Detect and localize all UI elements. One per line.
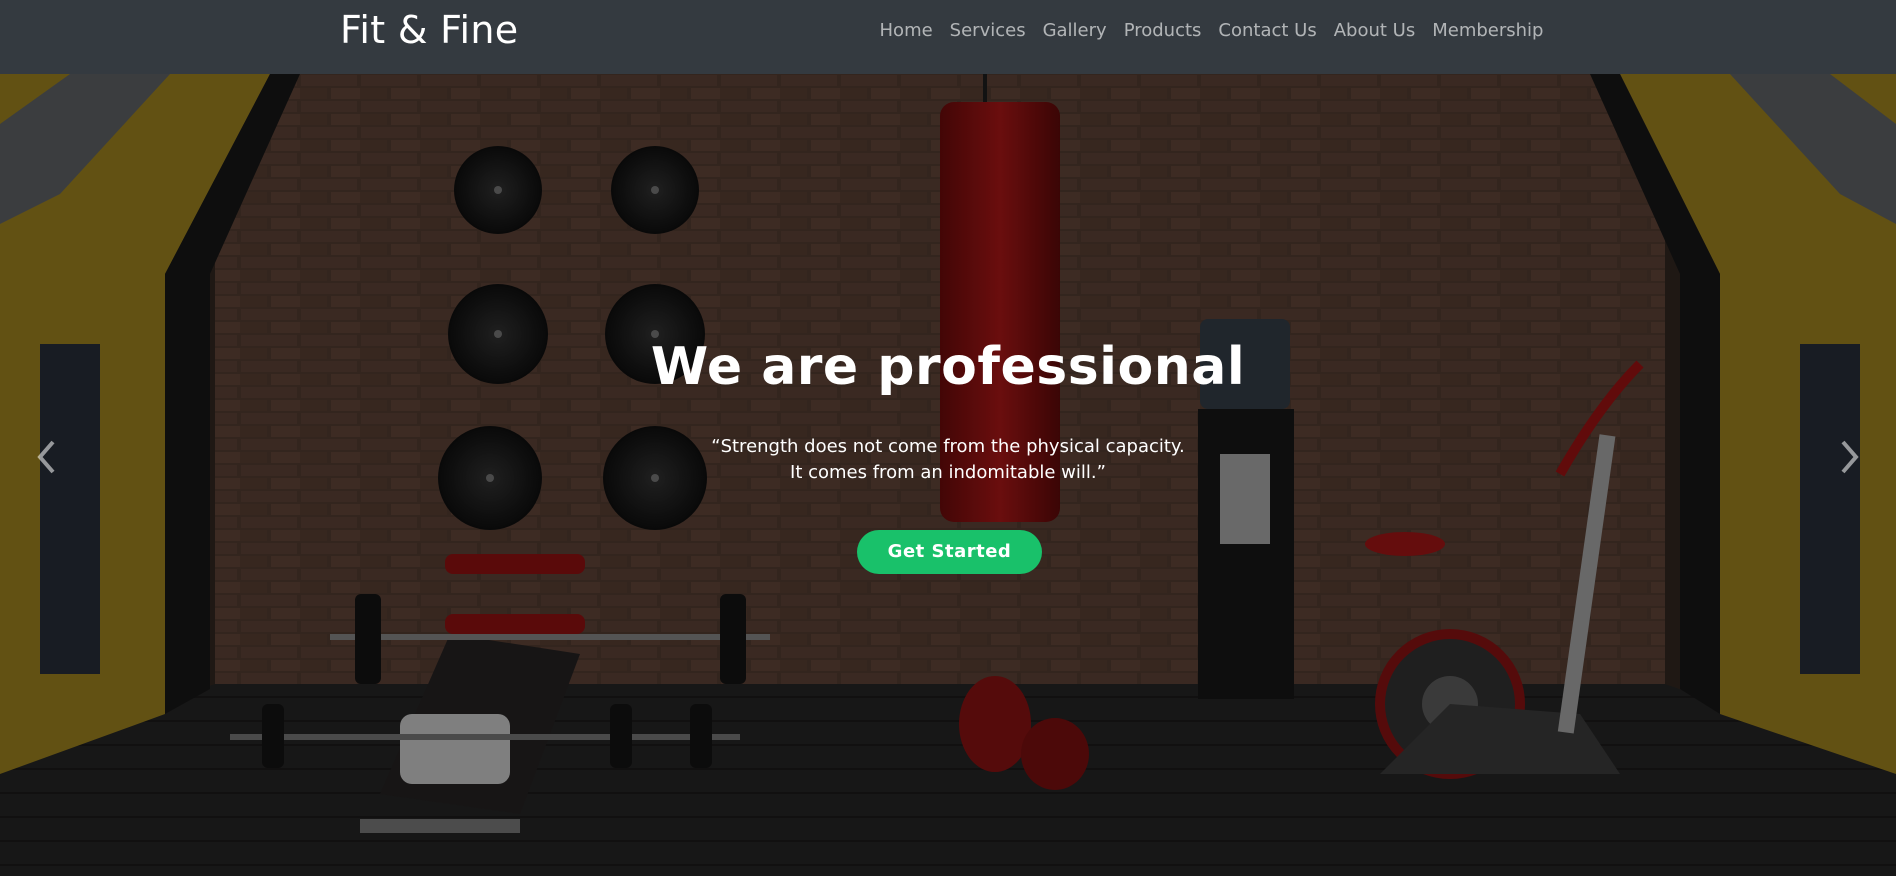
nav-link-gallery[interactable]: Gallery xyxy=(1034,20,1115,41)
hero-title: We are professional xyxy=(650,337,1246,397)
chevron-left-icon xyxy=(37,440,55,474)
chevron-right-icon xyxy=(1841,440,1859,474)
nav-link-membership[interactable]: Membership xyxy=(1424,20,1552,41)
navbar: Fit & Fine Home Services Gallery Product… xyxy=(0,0,1896,74)
hero-quote-line-1: “Strength does not come from the physica… xyxy=(711,436,1185,457)
nav-link-about-us[interactable]: About Us xyxy=(1325,20,1424,41)
main-nav: Home Services Gallery Products Contact U… xyxy=(871,20,1552,41)
carousel-prev-button[interactable] xyxy=(26,437,66,477)
nav-link-home[interactable]: Home xyxy=(871,20,941,41)
hero-carousel: We are professional “Strength does not c… xyxy=(0,74,1896,876)
carousel-next-button[interactable] xyxy=(1830,437,1870,477)
hero-caption: We are professional “Strength does not c… xyxy=(0,74,1896,876)
nav-link-services[interactable]: Services xyxy=(941,20,1034,41)
nav-link-contact-us[interactable]: Contact Us xyxy=(1210,20,1325,41)
brand-logo[interactable]: Fit & Fine xyxy=(340,8,518,52)
nav-link-products[interactable]: Products xyxy=(1115,20,1210,41)
get-started-button[interactable]: Get Started xyxy=(857,530,1042,574)
hero-quote-line-2: It comes from an indomitable will.” xyxy=(790,462,1106,483)
